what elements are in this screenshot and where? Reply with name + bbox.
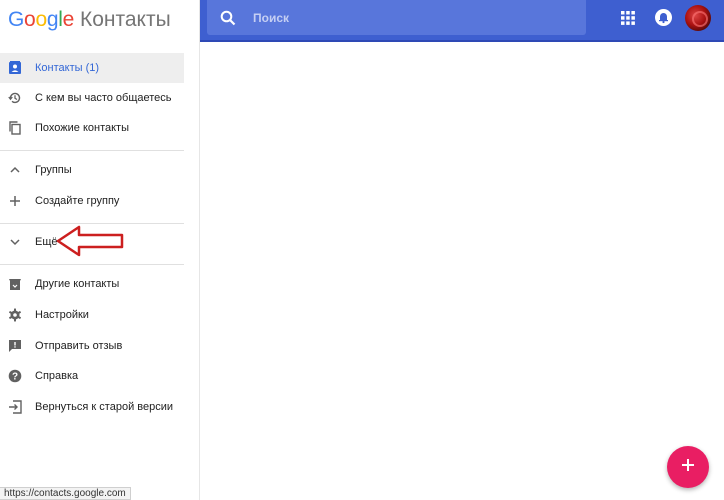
- logo-letter: o: [35, 8, 47, 31]
- sidebar-item-label: Создайте группу: [35, 195, 120, 207]
- sidebar-item-frequent[interactable]: С кем вы часто общаетесь: [0, 83, 184, 113]
- sidebar-item-label: Другие контакты: [35, 278, 120, 290]
- sidebar-item-feedback[interactable]: Отправить отзыв: [0, 331, 184, 361]
- exit-icon: [7, 399, 23, 415]
- google-contacts-logo[interactable]: Google Контакты: [8, 8, 171, 34]
- sidebar-item-old-version[interactable]: Вернуться к старой версии: [0, 392, 184, 422]
- logo-letter: g: [46, 8, 59, 31]
- add-contact-button[interactable]: [667, 446, 709, 488]
- logo-letter: o: [24, 8, 36, 31]
- product-name: Контакты: [79, 8, 171, 31]
- archive-icon: [7, 276, 23, 292]
- sidebar-item-duplicates[interactable]: Похожие контакты: [0, 113, 184, 143]
- sidebar-item-label: Справка: [35, 370, 79, 382]
- search-icon: [220, 10, 236, 26]
- sidebar-item-label: С кем вы часто общаетесь: [35, 92, 172, 104]
- sidebar-item-label: Вернуться к старой версии: [35, 401, 174, 413]
- logo-letter: G: [8, 8, 25, 31]
- apps-grid-icon[interactable]: [620, 10, 636, 26]
- chevron-up-icon: [7, 162, 23, 178]
- sidebar-item-label: Ещё: [35, 236, 58, 248]
- sidebar-item-label: Группы: [35, 164, 72, 176]
- chevron-down-icon: [7, 234, 23, 250]
- contacts-icon: [7, 60, 23, 76]
- search-input[interactable]: [253, 9, 553, 27]
- sidebar-item-groups[interactable]: Группы: [0, 155, 184, 185]
- divider: [0, 150, 184, 151]
- notifications-icon[interactable]: [654, 8, 673, 27]
- copy-icon: [7, 120, 23, 136]
- plus-icon: [680, 457, 696, 478]
- sidebar-item-label: Похожие контакты: [35, 122, 129, 134]
- red-annotation-arrow: [56, 225, 124, 257]
- sidebar-item-create-group[interactable]: Создайте группу: [0, 186, 184, 216]
- gear-icon: [7, 307, 23, 323]
- history-icon: [7, 90, 23, 106]
- sidebar-item-label: Отправить отзыв: [35, 340, 123, 352]
- google-wordmark: Google: [8, 8, 74, 32]
- sidebar-item-other-contacts[interactable]: Другие контакты: [0, 269, 184, 299]
- sidebar-item-label: Настройки: [35, 309, 89, 321]
- sidebar-item-contacts[interactable]: Контакты (1): [0, 53, 184, 83]
- sidebar-item-help[interactable]: ? Справка: [0, 361, 184, 391]
- feedback-icon: [7, 338, 23, 354]
- divider: [0, 264, 184, 265]
- svg-text:?: ?: [12, 372, 18, 383]
- help-icon: ?: [7, 368, 23, 384]
- search-bar[interactable]: [207, 0, 586, 35]
- logo-letter: e: [62, 8, 75, 31]
- sidebar-item-settings[interactable]: Настройки: [0, 300, 184, 330]
- sidebar-item-label: Контакты (1): [35, 62, 100, 74]
- top-app-bar: [200, 0, 724, 42]
- status-bar-url: https://contacts.google.com: [0, 487, 131, 500]
- plus-icon: [7, 193, 23, 209]
- avatar[interactable]: [685, 5, 711, 31]
